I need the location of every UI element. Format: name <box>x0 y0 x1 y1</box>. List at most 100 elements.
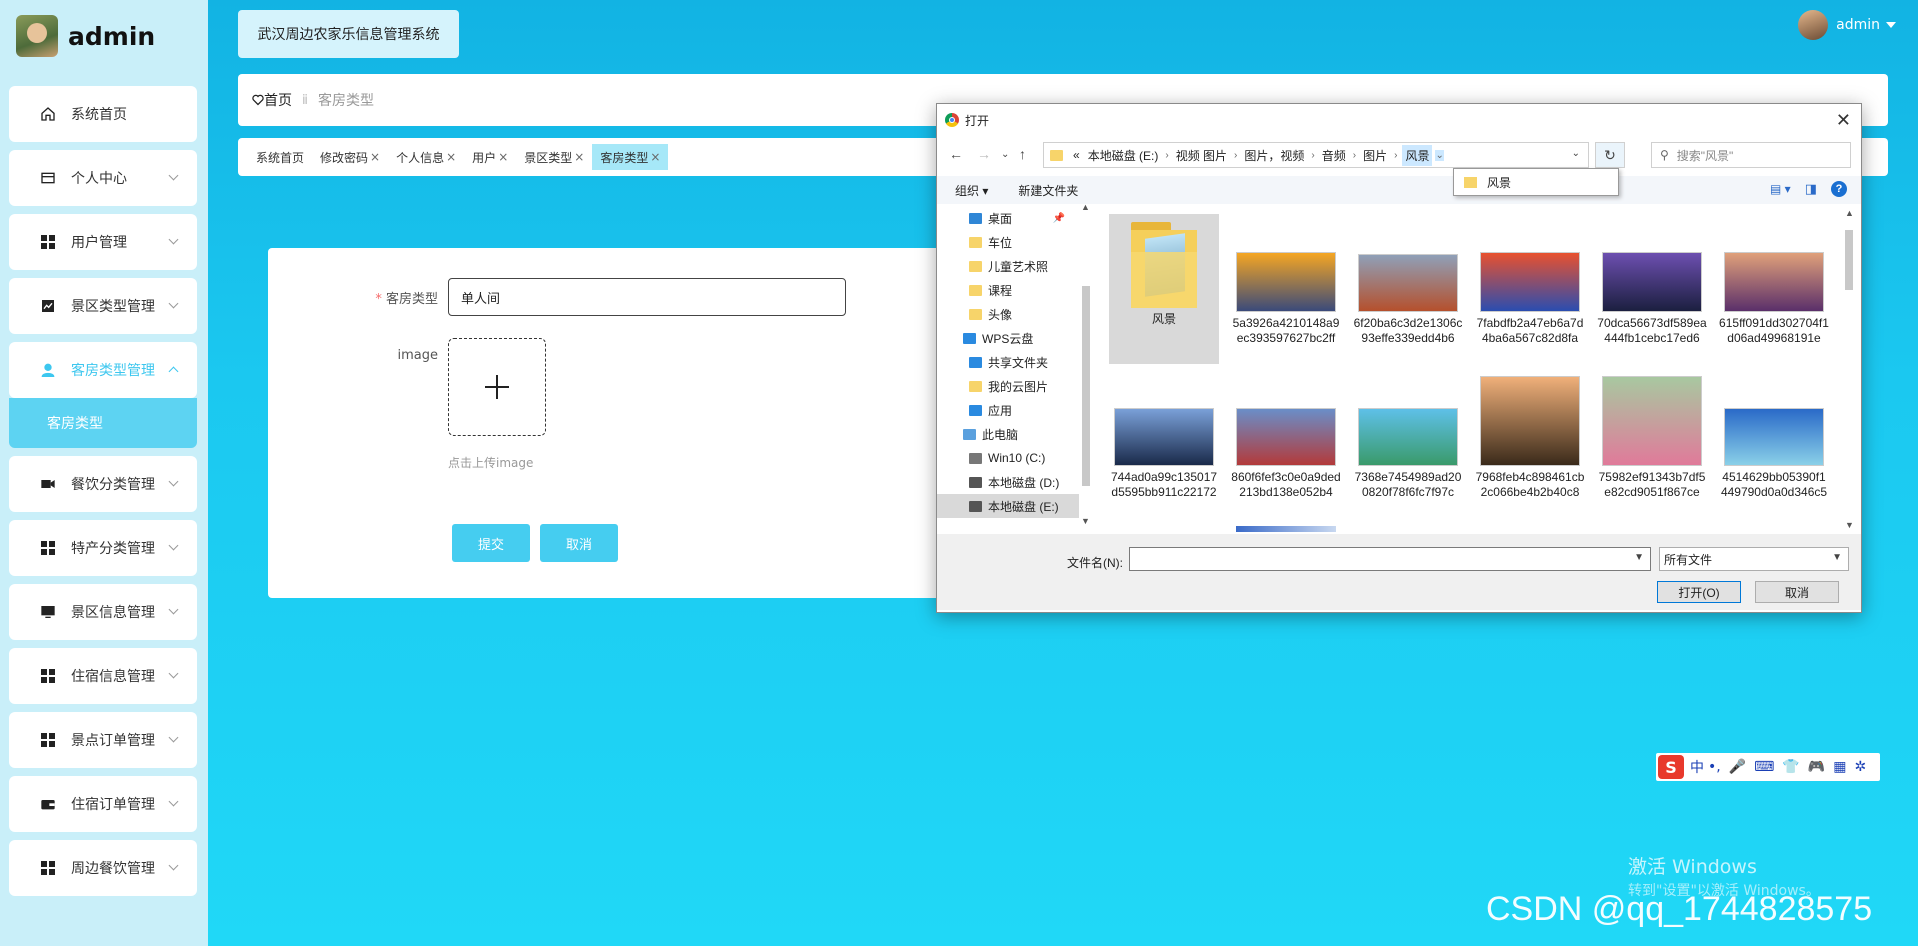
image-file-item[interactable]: 7fabdfb2a47eb6a7d4ba6a567c82d8fa <box>1475 214 1585 364</box>
address-dropdown-popup[interactable]: 风景 <box>1453 168 1619 196</box>
tab-2[interactable]: 个人信息 × <box>388 144 464 170</box>
forward-arrow-icon[interactable]: → <box>977 146 991 162</box>
tab-3[interactable]: 用户 × <box>464 144 516 170</box>
tab-4[interactable]: 景区类型 × <box>516 144 592 170</box>
close-icon[interactable]: × <box>574 150 584 164</box>
tree-item-6[interactable]: 共享文件夹 <box>937 350 1079 374</box>
sidebar-item-2[interactable]: 用户管理 <box>9 214 197 270</box>
path-segment[interactable]: 本地磁盘 (E:) <box>1088 147 1159 164</box>
chevron-right-icon[interactable]: › <box>1394 150 1397 161</box>
ime-tool-3[interactable]: 👕 <box>1782 759 1799 775</box>
image-file-item[interactable]: 5a3926a4210148a9ec393597627bc2ff <box>1231 214 1341 364</box>
image-file-item[interactable]: 6f20ba6c3d2e1306c93effe339edd4b6 <box>1353 214 1463 364</box>
tree-item-2[interactable]: 儿童艺术照 <box>937 254 1079 278</box>
sidebar-item-7[interactable]: 景区信息管理 <box>9 584 197 640</box>
back-arrow-icon[interactable]: ← <box>949 146 963 162</box>
sidebar-subitem-room-type[interactable]: 客房类型 <box>9 398 197 448</box>
file-grid-scrollbar[interactable]: ▲ ▼ <box>1843 208 1855 532</box>
tree-item-12[interactable]: 本地磁盘 (E:) <box>937 494 1079 518</box>
open-button[interactable]: 打开(O) <box>1657 581 1741 603</box>
tree-item-11[interactable]: 本地磁盘 (D:) <box>937 470 1079 494</box>
pin-icon[interactable]: 📌 <box>1053 213 1065 224</box>
path-segment[interactable]: 风景 <box>1402 144 1433 166</box>
ime-toolbar[interactable]: S 中 •, 🎤 ⌨ 👕 🎮 ▦ ✲ <box>1656 753 1880 781</box>
ime-tool-1[interactable]: 🎤 <box>1729 759 1746 775</box>
room-type-input[interactable]: 单人间 <box>448 278 846 316</box>
chevron-right-icon[interactable]: › <box>1234 150 1237 161</box>
filename-input[interactable]: ▼ <box>1129 547 1651 571</box>
new-folder-button[interactable]: 新建文件夹 <box>1018 182 1078 199</box>
image-file-item[interactable]: 744ad0a99c135017d5595bb911c22172 <box>1109 368 1219 518</box>
sidebar-item-4[interactable]: 客房类型管理 <box>9 342 197 398</box>
tree-item-3[interactable]: 课程 <box>937 278 1079 302</box>
filetype-select[interactable]: 所有文件 ▼ <box>1659 547 1849 571</box>
close-icon[interactable]: × <box>446 150 456 164</box>
path-segment[interactable]: 图片 <box>1363 147 1387 164</box>
ime-tool-5[interactable]: ▦ <box>1833 759 1846 775</box>
image-file-item[interactable]: 860f6fef3c0e0a9ded213bd138e052b4 <box>1231 368 1341 518</box>
close-icon[interactable]: × <box>370 150 380 164</box>
tree-item-0[interactable]: 桌面 📌 <box>937 206 1079 230</box>
tree-item-4[interactable]: 头像 <box>937 302 1079 326</box>
scroll-down-icon[interactable]: ▼ <box>1081 516 1090 526</box>
grid-scroll-down-icon[interactable]: ▼ <box>1845 520 1854 530</box>
folder-item[interactable]: 风景 <box>1109 214 1219 364</box>
chevron-right-icon[interactable]: › <box>1311 150 1314 161</box>
chevron-right-icon[interactable]: › <box>1353 150 1356 161</box>
tab-0[interactable]: 系统首页 <box>248 144 312 170</box>
view-options-icon[interactable]: ▤ ▾ <box>1770 182 1791 196</box>
breadcrumb-home[interactable]: 首页 <box>252 90 292 110</box>
sidebar-item-1[interactable]: 个人中心 <box>9 150 197 206</box>
image-file-item[interactable]: 70dca56673df589ea444fb1cebc17ed6 <box>1597 214 1707 364</box>
ime-tool-4[interactable]: 🎮 <box>1808 759 1825 775</box>
tree-item-1[interactable]: 车位 <box>937 230 1079 254</box>
ime-lang[interactable]: 中 <box>1690 757 1704 777</box>
sidebar-item-10[interactable]: 住宿订单管理 <box>9 776 197 832</box>
image-file-item[interactable]: 615ff091dd302704f1d06ad49968191e <box>1719 214 1829 364</box>
sidebar-item-5[interactable]: 餐饮分类管理 <box>9 456 197 512</box>
sidebar-item-9[interactable]: 景点订单管理 <box>9 712 197 768</box>
image-file-item[interactable]: 75982ef91343b7df5e82cd9051f867ce <box>1597 368 1707 518</box>
tab-1[interactable]: 修改密码 × <box>312 144 388 170</box>
grid-scroll-up-icon[interactable]: ▲ <box>1845 208 1854 218</box>
close-icon[interactable]: × <box>498 150 508 164</box>
tree-scrollbar[interactable]: ▲ ▼ <box>1079 202 1093 528</box>
image-file-item[interactable]: 4514629bb05390f1449790d0a0d346c5 <box>1719 368 1829 518</box>
file-grid-scrollbar-thumb[interactable] <box>1845 230 1853 290</box>
path-overflow[interactable]: « <box>1073 148 1080 162</box>
sidebar-item-3[interactable]: 景区类型管理 <box>9 278 197 334</box>
refresh-button[interactable]: ↻ <box>1595 142 1625 168</box>
tree-item-8[interactable]: 应用 <box>937 398 1079 422</box>
chevron-down-icon[interactable]: ▼ <box>1634 552 1644 563</box>
path-segment[interactable]: 视频 图片 <box>1176 147 1227 164</box>
dialog-cancel-button[interactable]: 取消 <box>1755 581 1839 603</box>
sidebar-item-11[interactable]: 周边餐饮管理 <box>9 840 197 896</box>
image-file-item[interactable]: 7368e7454989ad200820f78f6fc7f97c <box>1353 368 1463 518</box>
tree-item-9[interactable]: 此电脑 <box>937 422 1079 446</box>
ime-tool-0[interactable]: •, <box>1708 759 1721 775</box>
image-upload[interactable] <box>448 338 546 436</box>
sidebar-item-8[interactable]: 住宿信息管理 <box>9 648 197 704</box>
path-segment[interactable]: 图片，视频 <box>1244 147 1304 164</box>
sidebar-item-6[interactable]: 特产分类管理 <box>9 520 197 576</box>
path-segment[interactable]: 音频 <box>1322 147 1346 164</box>
close-icon[interactable]: × <box>650 150 660 164</box>
scroll-up-icon[interactable]: ▲ <box>1081 202 1090 212</box>
preview-pane-icon[interactable]: ◨ <box>1805 181 1817 197</box>
close-icon[interactable]: ✕ <box>1836 110 1851 131</box>
tree-item-5[interactable]: WPS云盘 <box>937 326 1079 350</box>
chevron-down-icon[interactable]: ⌄ <box>1435 149 1444 161</box>
user-menu[interactable]: admin <box>1798 10 1896 40</box>
organize-menu[interactable]: 组织 ▾ <box>955 182 988 199</box>
address-dropdown-icon[interactable]: ⌄ <box>1572 148 1580 159</box>
help-icon[interactable]: ? <box>1831 181 1847 197</box>
sidebar-item-0[interactable]: 系统首页 <box>9 86 197 142</box>
ime-tool-6[interactable]: ✲ <box>1854 759 1866 775</box>
image-file-item[interactable]: 7968feb4c898461cb2c066be4b2b40c8 <box>1475 368 1585 518</box>
address-bar[interactable]: «本地磁盘 (E:) › 视频 图片 › 图片，视频 › 音频 › 图片 › 风景 ⌄ ⌄ <box>1043 142 1589 168</box>
tree-item-7[interactable]: 我的云图片 <box>937 374 1079 398</box>
ime-tool-2[interactable]: ⌨ <box>1754 759 1774 775</box>
submit-button[interactable]: 提交 <box>452 524 530 562</box>
search-box[interactable]: ⚲ 搜索"风景" <box>1651 142 1851 168</box>
tree-item-10[interactable]: Win10 (C:) <box>937 446 1079 470</box>
